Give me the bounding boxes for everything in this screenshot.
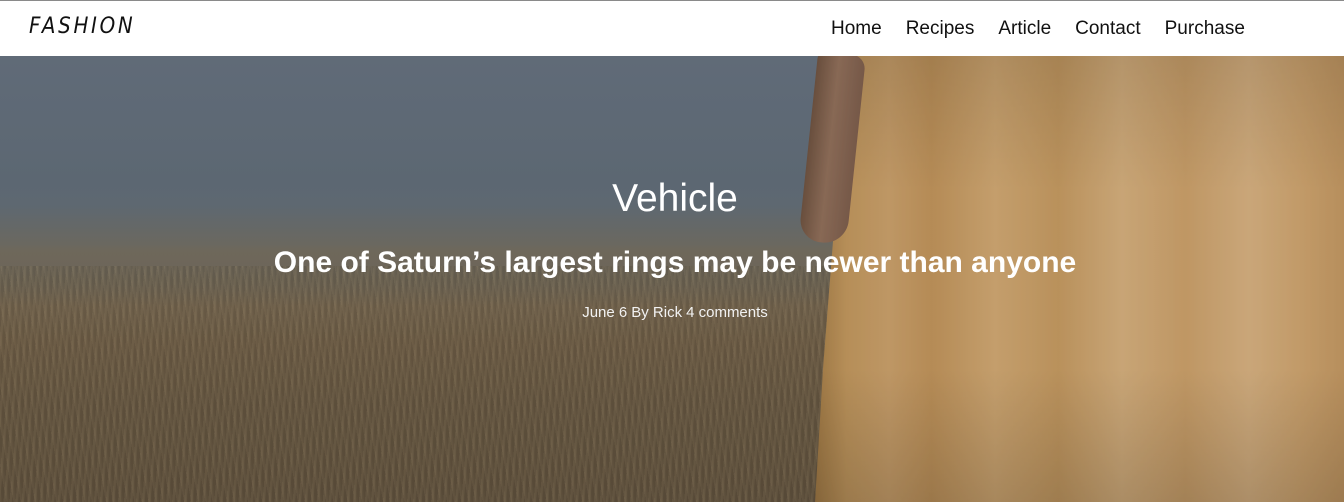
nav-purchase[interactable]: Purchase <box>1165 18 1245 40</box>
nav-home[interactable]: Home <box>831 18 882 40</box>
post-comments[interactable]: 4 comments <box>686 304 768 321</box>
post-author[interactable]: By Rick <box>631 304 682 321</box>
post-date: June 6 <box>582 304 628 321</box>
post-category[interactable]: Vehicle <box>0 176 1344 222</box>
nav-contact[interactable]: Contact <box>1075 18 1140 40</box>
hero-text: Vehicle One of Saturn’s largest rings ma… <box>0 56 1344 502</box>
main-nav: Home Recipes Article Contact Purchase <box>831 18 1269 40</box>
page: FASHION Home Recipes Article Contact Pur… <box>0 0 1344 502</box>
post-meta: June 6 By Rick 4 comments <box>0 304 1344 322</box>
site-header: FASHION Home Recipes Article Contact Pur… <box>0 1 1344 56</box>
post-title[interactable]: One of Saturn’s largest rings may be new… <box>0 245 1344 281</box>
hero-banner: Vehicle One of Saturn’s largest rings ma… <box>0 56 1344 502</box>
nav-article[interactable]: Article <box>998 18 1051 40</box>
nav-recipes[interactable]: Recipes <box>906 18 975 40</box>
site-logo[interactable]: FASHION <box>29 14 135 39</box>
